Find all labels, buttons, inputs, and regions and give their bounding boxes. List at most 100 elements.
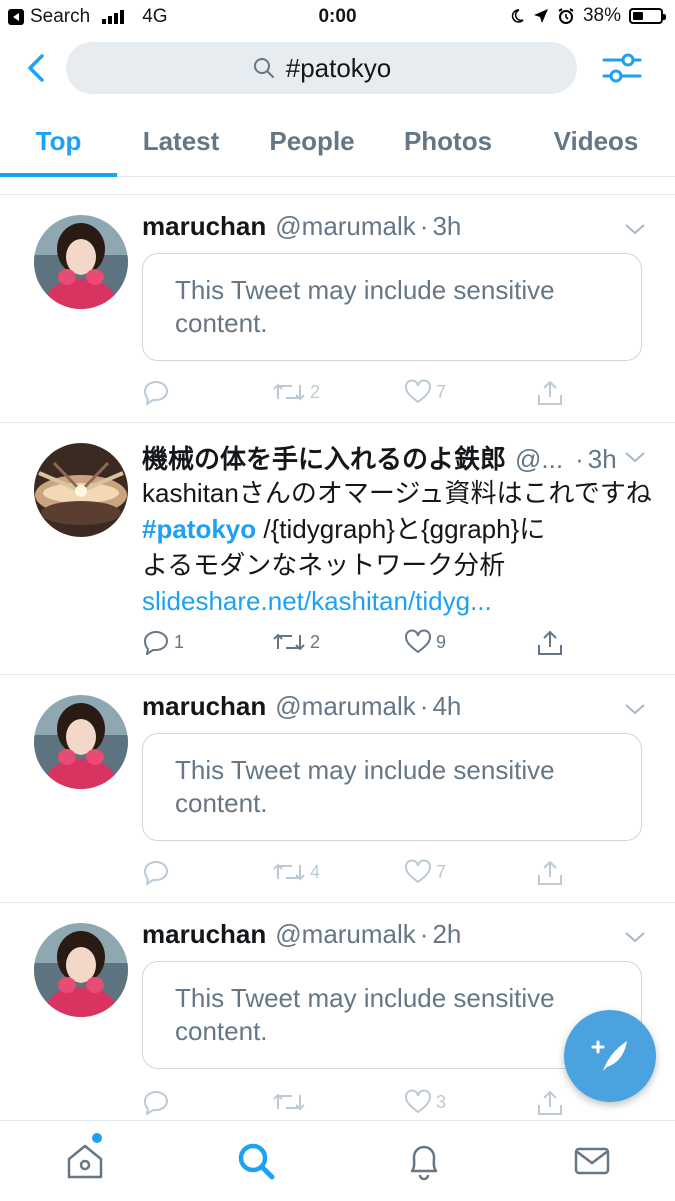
separator-dot: · [419, 919, 429, 949]
tweet-text: kashitanさんのオマージュ資料はこれですね #patokyo /{tidy… [142, 475, 652, 619]
compose-tweet-button[interactable] [564, 1010, 656, 1102]
share-button[interactable] [536, 859, 564, 887]
avatar[interactable] [34, 695, 128, 789]
battery-level [633, 12, 643, 20]
tweet-time: 3h [587, 444, 617, 474]
user-handle[interactable]: @marumalk [275, 211, 416, 242]
battery-icon [629, 8, 666, 24]
sensitive-content-notice[interactable]: This Tweet may include sensitive content… [142, 253, 642, 361]
tweet-actions: 2 7 [142, 379, 582, 409]
tab-latest[interactable]: Latest [125, 104, 237, 176]
status-bar: Search 4G 0:00 38% [0, 0, 675, 34]
user-handle[interactable]: @marumalk [275, 919, 416, 950]
share-button[interactable] [536, 629, 564, 657]
location-icon [533, 9, 548, 23]
tweet-time: 2h [432, 919, 462, 949]
retweet-button[interactable]: 2 [272, 629, 320, 655]
retweet-button[interactable]: 4 [272, 859, 320, 885]
tweet-item[interactable]: 機械の体を手に入れるのよ鉄郎 @... · 3h kashitanさんのオマージ… [0, 423, 675, 674]
tweet-time: 4h [432, 691, 462, 721]
bell-icon [410, 1145, 438, 1181]
avatar-image [34, 215, 128, 309]
heart-icon [405, 1089, 431, 1114]
tweet-item[interactable]: maruchan @marumalk · 2h This Tweet may i… [0, 903, 675, 1120]
back-button[interactable] [22, 48, 56, 88]
retweet-icon [273, 633, 305, 651]
tweet-header: 機械の体を手に入れるのよ鉄郎 @... · 3h [142, 439, 617, 476]
search-icon [253, 58, 274, 78]
nav-home[interactable] [63, 1139, 107, 1183]
tweet-text-line: kashitanさんのオマージュ資料はこれですね [142, 478, 652, 508]
nav-search[interactable] [234, 1139, 278, 1183]
avatar[interactable] [34, 215, 128, 309]
share-icon [538, 860, 562, 885]
alarm-icon [558, 8, 574, 24]
separator-dot: · [419, 211, 429, 241]
tweet-item[interactable]: maruchan @marumalk · 3h This Tweet may i… [0, 195, 675, 422]
nav-messages[interactable] [570, 1139, 614, 1183]
heart-icon [405, 859, 431, 884]
reply-icon [143, 860, 169, 885]
avatar[interactable] [34, 923, 128, 1017]
like-button[interactable]: 3 [404, 1089, 446, 1115]
like-button[interactable]: 9 [404, 629, 446, 655]
avatar-image [34, 695, 128, 789]
compose-feather-icon [591, 1040, 627, 1071]
tab-videos[interactable]: Videos [540, 104, 652, 176]
reply-button[interactable] [142, 859, 174, 885]
user-name[interactable]: 機械の体を手に入れるのよ鉄郎 [142, 439, 506, 476]
sensitive-content-notice[interactable]: This Tweet may include sensitive content… [142, 733, 642, 841]
like-button[interactable]: 7 [404, 379, 446, 405]
tab-people[interactable]: People [255, 104, 369, 176]
reply-icon [143, 630, 169, 655]
tweet-text-line: #patokyo /{tidygraph}と{ggraph}に [142, 511, 652, 547]
tweet-actions: 4 7 [142, 859, 582, 889]
retweet-icon [273, 383, 305, 401]
home-icon [67, 1144, 103, 1179]
moon-icon [511, 9, 524, 23]
search-header: #patokyo [0, 34, 675, 104]
search-icon [238, 1143, 275, 1180]
url-link[interactable]: slideshare.net/kashitan/tidyg... [142, 583, 652, 619]
tweet-actions: 1 2 9 [142, 629, 582, 659]
separator-dot: · [575, 444, 584, 474]
user-name[interactable]: maruchan [142, 919, 266, 950]
chevron-down-icon[interactable] [624, 449, 646, 465]
tweet-item[interactable]: maruchan @marumalk · 4h This Tweet may i… [0, 675, 675, 902]
separator-dot: · [419, 691, 429, 721]
mail-icon [574, 1147, 610, 1175]
search-input[interactable]: #patokyo [66, 42, 577, 94]
search-filter-button[interactable] [600, 48, 644, 88]
tab-top[interactable]: Top [0, 104, 117, 177]
bottom-tab-bar [0, 1120, 675, 1201]
reply-icon [143, 1090, 169, 1115]
chevron-down-icon[interactable] [624, 929, 646, 945]
tweet-header: maruchan @marumalk · 4h [142, 691, 461, 725]
avatar-image [34, 923, 128, 1017]
chevron-down-icon[interactable] [624, 221, 646, 237]
share-button[interactable] [536, 379, 564, 407]
user-name[interactable]: maruchan [142, 211, 266, 242]
search-tabs: Top Latest People Photos Videos [0, 104, 675, 177]
avatar[interactable] [34, 443, 128, 537]
like-button[interactable]: 7 [404, 859, 446, 885]
heart-icon [405, 379, 431, 404]
reply-button[interactable] [142, 1089, 174, 1115]
share-icon [538, 380, 562, 405]
nav-notifications[interactable] [402, 1139, 446, 1183]
chevron-down-icon[interactable] [624, 701, 646, 717]
user-handle[interactable]: @... [515, 444, 563, 475]
user-name[interactable]: maruchan [142, 691, 266, 722]
retweet-icon [273, 1093, 305, 1111]
retweet-button[interactable]: 2 [272, 379, 320, 405]
reply-button[interactable] [142, 379, 174, 405]
share-icon [538, 630, 562, 655]
reply-button[interactable]: 1 [142, 629, 184, 655]
retweet-button[interactable] [272, 1089, 310, 1115]
user-handle[interactable]: @marumalk [275, 691, 416, 722]
hashtag-link[interactable]: #patokyo [142, 514, 256, 544]
tab-photos[interactable]: Photos [390, 104, 506, 176]
sliders-icon [602, 53, 642, 83]
share-button[interactable] [536, 1089, 564, 1117]
search-query: #patokyo [285, 52, 392, 83]
